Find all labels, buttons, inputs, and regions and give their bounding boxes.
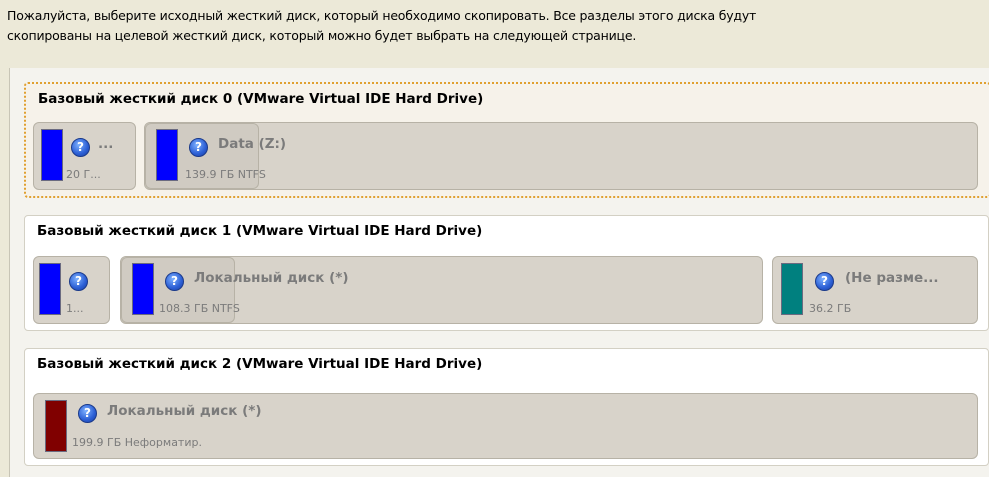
partition-name: Локальный диск (*) <box>107 403 262 419</box>
question-mark-icon: ? <box>78 404 97 423</box>
partition-color-bar <box>156 129 178 181</box>
partition-info: 108.3 ГБ NTFS <box>159 302 240 315</box>
question-mark-icon: ? <box>165 272 184 291</box>
disk-list-panel: Базовый жесткий диск 0 (VMware Virtual I… <box>9 68 989 477</box>
partition-info: 199.9 ГБ Неформатир. <box>72 436 202 449</box>
instruction-text: Пожалуйста, выберите исходный жесткий ди… <box>7 6 982 46</box>
question-mark-icon: ? <box>71 138 90 157</box>
partition-color-bar <box>45 400 67 452</box>
disk-1[interactable]: Базовый жесткий диск 1 (VMware Virtual I… <box>24 215 989 331</box>
question-mark-icon: ? <box>189 138 208 157</box>
partition-1-0[interactable]: ? 1... <box>33 256 110 324</box>
partition-name: ... <box>98 136 114 152</box>
question-mark-icon: ? <box>69 272 88 291</box>
partition-info: 20 Г... <box>66 168 101 181</box>
partition-color-bar <box>781 263 803 315</box>
partition-info: 36.2 ГБ <box>809 302 852 315</box>
partition-color-bar <box>39 263 61 315</box>
disk-title: Базовый жесткий диск 2 (VMware Virtual I… <box>37 356 483 372</box>
partition-name: Data (Z:) <box>218 136 287 152</box>
partition-info: 139.9 ГБ NTFS <box>185 168 266 181</box>
disk-0[interactable]: Базовый жесткий диск 0 (VMware Virtual I… <box>24 82 989 198</box>
disk-title: Базовый жесткий диск 1 (VMware Virtual I… <box>37 223 483 239</box>
partition-name: (Не разме... <box>845 270 939 286</box>
disk-title: Базовый жесткий диск 0 (VMware Virtual I… <box>38 91 484 107</box>
disk-2[interactable]: Базовый жесткий диск 2 (VMware Virtual I… <box>24 348 989 466</box>
question-mark-icon: ? <box>815 272 834 291</box>
partition-name: Локальный диск (*) <box>194 270 349 286</box>
partition-0-1[interactable]: ? Data (Z:) 139.9 ГБ NTFS <box>144 122 978 190</box>
partition-2-0[interactable]: ? Локальный диск (*) 199.9 ГБ Неформатир… <box>33 393 978 459</box>
partition-0-0[interactable]: ? ... 20 Г... <box>33 122 136 190</box>
instruction-line-2: скопированы на целевой жесткий диск, кот… <box>7 28 637 43</box>
partition-1-1[interactable]: ? Локальный диск (*) 108.3 ГБ NTFS <box>120 256 763 324</box>
partition-info: 1... <box>66 302 84 315</box>
partition-1-2[interactable]: ? (Не разме... 36.2 ГБ <box>772 256 978 324</box>
instruction-line-1: Пожалуйста, выберите исходный жесткий ди… <box>7 8 757 23</box>
partition-color-bar <box>132 263 154 315</box>
partition-color-bar <box>41 129 63 181</box>
